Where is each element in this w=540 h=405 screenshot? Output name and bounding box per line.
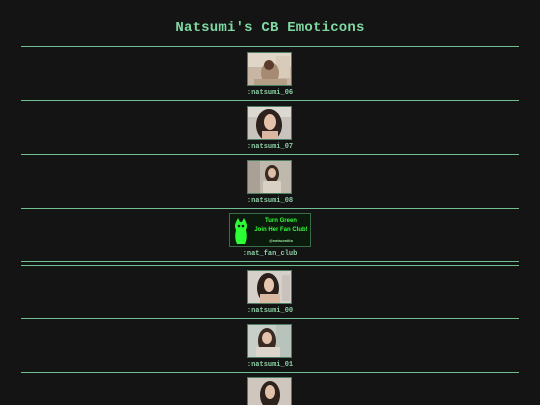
emoticon-label: :natsumi_00 [246,307,294,315]
fan-club-banner[interactable]: Turn Green Join Her Fan Club! @natsumiit… [229,213,311,247]
divider [21,265,519,266]
divider [21,46,519,47]
banner-line-1: Turn Green [265,218,297,224]
emoticon-image[interactable] [247,324,292,358]
emoticon-image-partial[interactable] [247,377,292,405]
emoticon-image[interactable] [247,106,292,140]
emoticon-label: :natsumi_01 [246,361,294,369]
banner-line-2: Join Her Fan Club! [254,227,308,233]
divider [21,100,519,101]
emoticon-label: :natsumi_07 [246,143,294,151]
emoticon-page: Natsumi's CB Emoticons :natsumi_06:nats… [0,0,540,405]
emoticon-image[interactable] [247,270,292,304]
banner-handle: @natsumiito [268,238,294,243]
emoticon-label: :natsumi_06 [246,89,294,97]
alien-cat-icon [235,218,247,244]
emoticon-image[interactable] [247,160,292,194]
divider [21,318,519,319]
divider [21,261,519,262]
divider [21,372,519,373]
divider [21,154,519,155]
divider [21,208,519,209]
emoticon-label: :nat_fan_club [242,250,298,258]
emoticon-label: :natsumi_08 [246,197,294,205]
emoticon-image[interactable] [247,52,292,86]
page-title: Natsumi's CB Emoticons [175,20,365,36]
